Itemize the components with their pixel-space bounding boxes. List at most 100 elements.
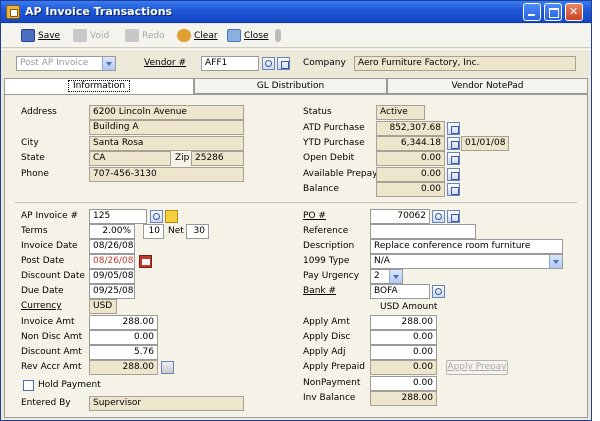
available-prepay-field: 0.00 [376,167,445,182]
phone-field: 707-456-3130 [89,167,244,182]
city-field: Santa Rosa [89,136,244,151]
maximize-button[interactable] [544,3,562,21]
type-1099-select[interactable]: N/A [370,254,563,269]
invoice-no-input[interactable]: 125 [89,209,147,224]
minimize-button[interactable] [523,3,541,21]
description-input[interactable]: Replace conference room furniture [370,239,563,254]
po-detail-icon[interactable] [447,210,460,223]
tab-strip: Information GL Distribution Vendor NoteP… [4,78,588,95]
net-days-input[interactable]: 30 [186,224,209,239]
invoice-amt-input[interactable]: 288.00 [89,315,158,330]
invoice-amt-label: Invoice Amt [21,317,75,327]
balance-detail-icon[interactable] [447,183,460,196]
chevron-down-icon [549,255,562,268]
invoice-date-label: Invoice Date [21,241,78,251]
hold-payment-checkbox[interactable] [23,380,34,391]
company-label: Company [303,58,346,68]
vendor-lookup-icon[interactable] [262,57,275,70]
pay-urgency-select[interactable]: 2 [370,269,403,284]
section-divider [15,202,577,203]
entered-by-field: Supervisor [89,396,244,411]
hold-payment-label: Hold Payment [38,380,101,390]
invoice-lookup-icon[interactable] [150,210,163,223]
close-button[interactable]: Close [227,29,269,42]
ytd-detail-icon[interactable] [447,137,460,150]
discount-date-input[interactable]: 09/05/08 [89,269,135,284]
available-prepay-label: Available Prepay [303,169,378,179]
ytd-purchase-label: YTD Purchase [303,138,365,148]
atd-purchase-field: 852,307.68 [376,121,445,136]
apply-disc-input[interactable]: 0.00 [370,330,437,345]
close-door-icon [227,29,241,42]
accrual-grid-icon[interactable] [161,361,174,374]
clear-button[interactable]: Clear [177,29,218,42]
type-1099-label: 1099 Type [303,256,350,266]
apply-prepaid-label: Apply Prepaid [303,362,366,372]
terms-pct-input[interactable]: 2.00% [89,224,135,239]
bank-lookup-icon[interactable] [432,285,445,298]
toolbar: Save Void Redo Clear Close [1,24,591,48]
currency-label[interactable]: Currency [21,301,62,311]
net-label: Net [168,226,184,236]
reference-input[interactable] [370,224,476,239]
clear-icon [177,29,191,42]
post-date-label: Post Date [21,256,65,266]
vendor-edit-icon[interactable] [277,57,290,70]
phone-label: Phone [21,169,49,179]
apply-disc-label: Apply Disc [303,332,351,342]
state-field: CA [89,151,171,166]
redo-icon [125,29,139,42]
discount-amt-input[interactable]: 5.76 [89,345,158,360]
bank-label[interactable]: Bank # [303,286,336,296]
vendor-label[interactable]: Vendor # [144,58,186,68]
discount-date-label: Discount Date [21,271,85,281]
due-date-input[interactable]: 09/25/08 [89,284,135,299]
terms-days-input[interactable]: 10 [143,224,164,239]
due-date-label: Due Date [21,286,64,296]
po-label[interactable]: PO # [303,211,326,221]
atd-detail-icon[interactable] [447,122,460,135]
non-disc-amt-input[interactable]: 0.00 [89,330,158,345]
tab-gl-distribution[interactable]: GL Distribution [194,78,387,94]
pay-urgency-label: Pay Urgency [303,271,360,281]
po-lookup-icon[interactable] [432,210,445,223]
inv-balance-field: 288.00 [370,391,437,406]
apply-adj-input[interactable]: 0.00 [370,345,437,360]
vendor-input[interactable]: AFF1 [201,56,259,71]
attachment-button[interactable] [275,29,284,42]
void-button[interactable]: Void [73,29,109,42]
window-title: AP Invoice Transactions [25,5,173,18]
apply-amt-input[interactable]: 288.00 [370,315,437,330]
company-field: Aero Furniture Factory, Inc. [354,56,576,71]
nonpayment-input[interactable]: 0.00 [370,376,437,391]
apply-amt-label: Apply Amt [303,317,350,327]
nonpayment-label: NonPayment [303,378,361,388]
po-input[interactable]: 70062 [370,209,430,224]
transaction-type-select[interactable]: Post AP Invoice [16,56,116,71]
invoice-date-input[interactable]: 08/26/08 [89,239,135,254]
post-date-input[interactable]: 08/26/08 [89,254,135,269]
city-label: City [21,138,39,148]
title-bar[interactable]: AP Invoice Transactions [1,1,591,23]
open-debit-label: Open Debit [303,153,355,163]
chevron-down-icon [389,270,402,283]
tab-vendor-notepad[interactable]: Vendor NotePad [387,78,588,94]
close-window-button[interactable] [565,3,583,21]
bank-input[interactable]: BOFA [370,284,430,299]
non-disc-amt-label: Non Disc Amt [21,332,83,342]
save-button[interactable]: Save [21,29,60,42]
invoice-note-icon[interactable] [165,210,178,223]
tab-information[interactable]: Information [4,78,194,95]
calendar-icon[interactable] [139,255,152,268]
balance-field: 0.00 [376,182,445,197]
state-label: State [21,153,45,163]
currency-field: USD [89,299,117,314]
apply-prepay-button[interactable]: Apply Prepay [446,360,508,375]
status-label: Status [303,107,332,117]
open-debit-detail-icon[interactable] [447,152,460,165]
paperclip-icon [275,29,281,42]
address1-field: 6200 Lincoln Avenue [89,105,244,120]
redo-button[interactable]: Redo [125,29,165,42]
inv-balance-label: Inv Balance [303,393,356,403]
prepay-detail-icon[interactable] [447,168,460,181]
